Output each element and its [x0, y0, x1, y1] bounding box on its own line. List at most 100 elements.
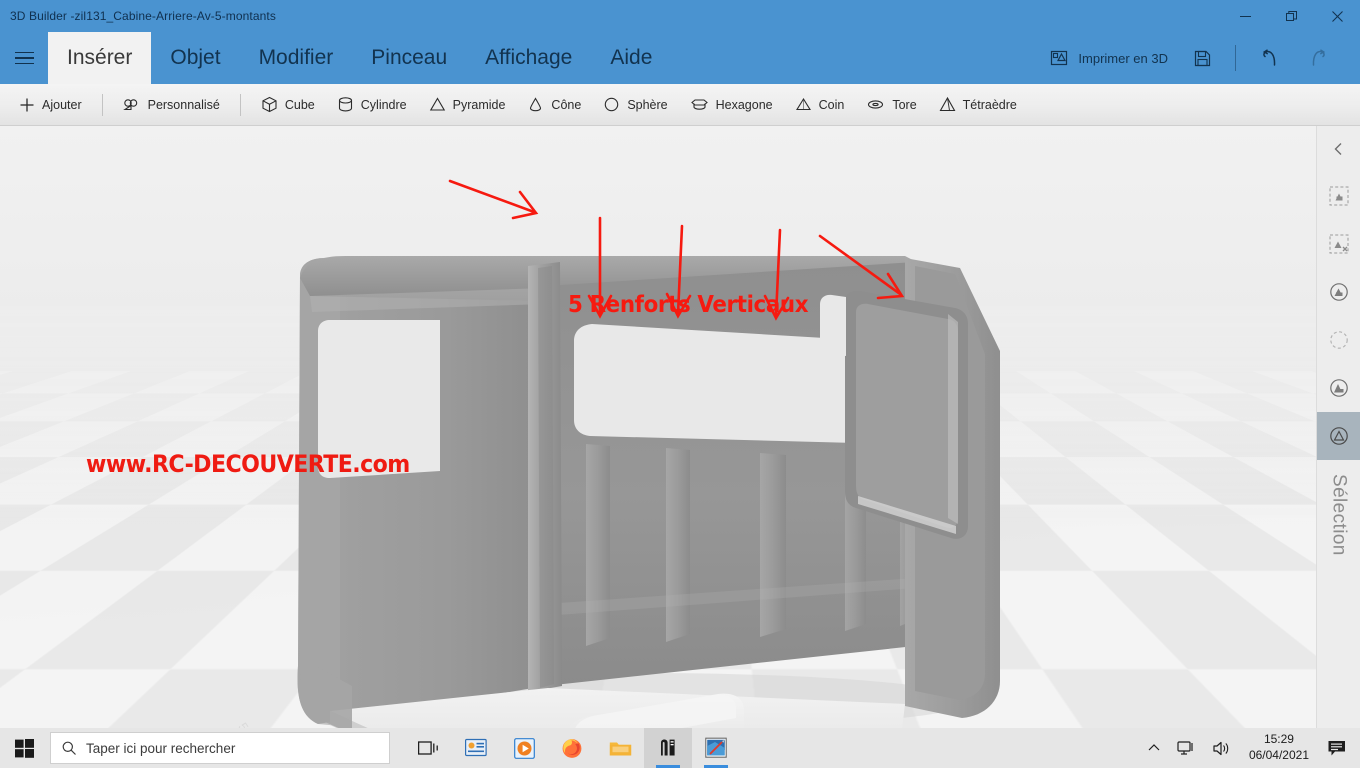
sidebar-item-select-circle[interactable] — [1317, 316, 1360, 364]
3d-model-cabin[interactable] — [0, 126, 1316, 728]
toolbar-item-label: Sphère — [627, 97, 668, 112]
taskbar: Taper ici pour rechercher 15:29 06/04/20… — [0, 728, 1360, 768]
taskbar-app-file-explorer[interactable] — [596, 728, 644, 768]
toolbar-add-button[interactable]: Ajouter — [8, 88, 93, 122]
toolbar-tore-button[interactable]: Tore — [855, 88, 927, 122]
toolbar-cylindre-button[interactable]: Cylindre — [326, 88, 418, 122]
3d-viewport[interactable]: 0 mm 50 mm — [0, 126, 1316, 728]
menu-tab-affichage[interactable]: Affichage — [466, 32, 591, 84]
undo-button[interactable] — [1246, 32, 1294, 84]
taskbar-app-paint[interactable] — [692, 728, 740, 768]
sidebar-item-select-face[interactable] — [1317, 364, 1360, 412]
toolbar-cube-button[interactable]: Cube — [250, 88, 326, 122]
toolbar-item-label: Tétraèdre — [962, 97, 1017, 112]
menu-tab-pinceau[interactable]: Pinceau — [352, 32, 466, 84]
toolbar-cone-button[interactable]: Cône — [516, 88, 592, 122]
menu-tab-modifier[interactable]: Modifier — [240, 32, 353, 84]
toolbar-personnalise-button[interactable]: Personnalisé — [112, 88, 231, 122]
sidebar-collapse-button[interactable] — [1317, 126, 1360, 172]
blue-card-icon — [465, 738, 487, 757]
toolbar-item-label: Cône — [551, 97, 582, 112]
select-face-icon — [1329, 379, 1348, 397]
close-button[interactable] — [1314, 0, 1360, 32]
clock-date: 06/04/2021 — [1248, 748, 1309, 762]
title-bar: 3D Builder -zil131_Cabine-Arriere-Av-5-m… — [0, 0, 1360, 32]
sidebar-item-select-triangle[interactable] — [1316, 412, 1360, 460]
selection-sidebar: Sélection — [1316, 126, 1360, 728]
menu-tab-inserer[interactable]: Insérer — [48, 32, 152, 84]
paint-icon — [705, 737, 727, 758]
toolbar-item-label: Personnalisé — [147, 97, 220, 112]
toolbar-pyramide-button[interactable]: Pyramide — [418, 88, 517, 122]
torus-icon — [868, 100, 884, 109]
taskbar-app-firefox[interactable] — [548, 728, 596, 768]
redo-arrow-icon — [1312, 49, 1326, 66]
undo-arrow-icon — [1262, 49, 1276, 66]
menu-tab-aide[interactable]: Aide — [591, 32, 671, 84]
sidebar-label: Sélection — [1328, 474, 1350, 556]
action-center-button[interactable] — [1319, 728, 1356, 768]
taskbar-app-sticky-notes[interactable] — [452, 728, 500, 768]
firefox-icon — [562, 739, 582, 758]
toolbar-item-label: Coin — [818, 97, 845, 112]
menu-tab-label: Objet — [170, 46, 221, 69]
menu-tab-label: Affichage — [485, 46, 573, 69]
select-object-icon — [1329, 283, 1348, 301]
circle-select-icon — [1329, 331, 1348, 349]
menu-tab-label: Pinceau — [371, 46, 448, 69]
wedge-icon — [795, 97, 811, 111]
hamburger-icon — [14, 48, 34, 69]
save-floppy-icon — [1194, 50, 1211, 66]
folder-icon — [609, 742, 631, 755]
toolbar-coin-button[interactable]: Coin — [784, 88, 856, 122]
sidebar-item-deselect[interactable] — [1317, 220, 1360, 268]
taskbar-search-box[interactable]: Taper ici pour rechercher — [50, 732, 390, 764]
taskbar-app-media-player[interactable] — [500, 728, 548, 768]
shapes-toolbar: Ajouter Personnalisé Cube Cylindre Pyram… — [0, 84, 1360, 126]
hamburger-menu-button[interactable] — [0, 32, 48, 84]
clock-time: 15:29 — [1263, 732, 1294, 747]
custom-shapes-icon — [122, 98, 137, 110]
save-button[interactable] — [1180, 32, 1225, 84]
tray-volume-button[interactable] — [1204, 728, 1239, 768]
menu-tab-objet[interactable]: Objet — [151, 32, 239, 84]
select-triangle-icon — [1329, 427, 1348, 445]
taskbar-apps — [404, 728, 740, 768]
toolbar-sphere-button[interactable]: Sphère — [592, 88, 678, 122]
taskbar-clock[interactable]: 15:29 06/04/2021 — [1239, 728, 1319, 768]
tray-network-button[interactable] — [1169, 728, 1204, 768]
toolbar-hexagone-button[interactable]: Hexagone — [679, 88, 784, 122]
toolbar-item-label: Ajouter — [42, 97, 82, 112]
toolbar-tetraedre-button[interactable]: Tétraèdre — [928, 88, 1028, 122]
window-controls — [1222, 0, 1360, 32]
tetrahedron-icon — [939, 96, 956, 112]
taskbar-app-3d-builder[interactable] — [644, 728, 692, 768]
tray-expand-button[interactable] — [1139, 728, 1169, 768]
restore-button[interactable] — [1268, 0, 1314, 32]
print-3d-button[interactable]: Imprimer en 3D — [1037, 32, 1180, 84]
plus-icon — [20, 98, 34, 111]
toolbar-item-label: Hexagone — [715, 97, 773, 112]
start-button[interactable] — [0, 728, 48, 768]
sidebar-item-select-object[interactable] — [1317, 268, 1360, 316]
model-left-window — [318, 320, 440, 478]
windows-start-icon — [14, 738, 34, 758]
sphere-icon — [605, 97, 619, 112]
system-tray: 15:29 06/04/2021 — [1139, 728, 1360, 768]
search-placeholder: Taper ici pour rechercher — [86, 740, 236, 756]
hexagon-prism-icon — [690, 99, 708, 110]
toolbar-item-label: Tore — [892, 97, 917, 112]
menu-tab-label: Aide — [610, 46, 653, 69]
network-icon — [1177, 740, 1193, 755]
menu-tab-label: Modifier — [258, 46, 334, 69]
cone-icon — [530, 97, 542, 112]
cube-icon — [262, 96, 277, 113]
minimize-button[interactable] — [1222, 0, 1268, 32]
sidebar-item-select-all[interactable] — [1317, 172, 1360, 220]
close-icon — [1331, 10, 1343, 22]
volume-icon — [1213, 741, 1229, 755]
menu-actions: Imprimer en 3D — [1037, 32, 1360, 84]
taskview-button[interactable] — [404, 728, 452, 768]
deselect-icon — [1329, 234, 1348, 254]
redo-button[interactable] — [1294, 32, 1342, 84]
